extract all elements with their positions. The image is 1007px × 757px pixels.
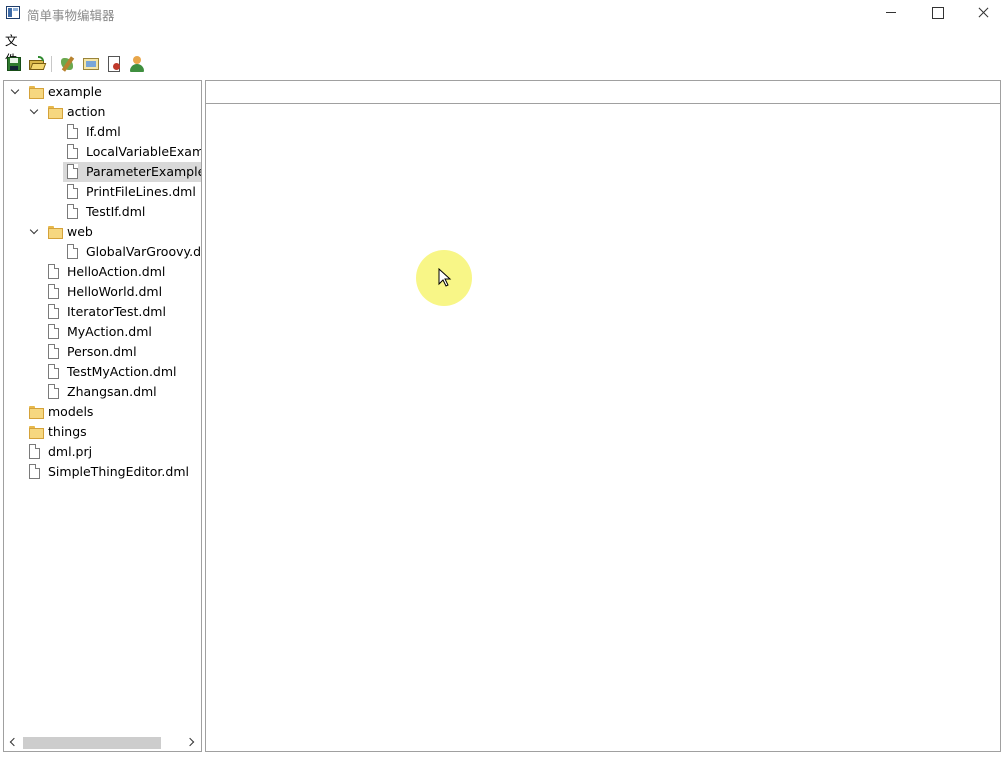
save-icon[interactable]: [5, 55, 23, 73]
tree-item-label: TestIf.dml: [86, 204, 146, 219]
title-bar: 简单事物编辑器: [0, 0, 1007, 26]
scroll-right-icon[interactable]: [187, 738, 195, 746]
minimize-button[interactable]: [868, 0, 914, 26]
file-icon: [67, 184, 78, 199]
tree-item[interactable]: GlobalVarGroovy.dml: [4, 242, 201, 262]
tree-item-label: TestMyAction.dml: [67, 364, 177, 379]
tree-item-label: If.dml: [86, 124, 121, 139]
tree-item-label: MyAction.dml: [67, 324, 152, 339]
tree-item[interactable]: example: [4, 82, 201, 102]
folder-icon: [29, 425, 44, 439]
file-icon: [67, 144, 78, 159]
scroll-thumb[interactable]: [23, 737, 161, 749]
close-button[interactable]: [960, 0, 1006, 26]
tree-item[interactable]: HelloWorld.dml: [4, 282, 201, 302]
file-icon: [48, 304, 59, 319]
file-icon: [48, 384, 59, 399]
tree-item-label: Zhangsan.dml: [67, 384, 157, 399]
tree-item[interactable]: models: [4, 402, 201, 422]
tree-item[interactable]: PrintFileLines.dml: [4, 182, 201, 202]
file-icon: [48, 324, 59, 339]
file-tree[interactable]: example action If.dml LocalVariableExample.…: [3, 80, 202, 752]
thing-tool-icon[interactable]: [58, 55, 76, 73]
toolbar: [0, 53, 160, 75]
open-folder-icon[interactable]: [28, 55, 47, 73]
folder-icon: [48, 225, 63, 239]
tree-item[interactable]: action: [4, 102, 201, 122]
tree-item-label: HelloAction.dml: [67, 264, 166, 279]
tree-item[interactable]: HelloAction.dml: [4, 262, 201, 282]
file-icon: [67, 244, 78, 259]
tree-item[interactable]: If.dml: [4, 122, 201, 142]
editor-panel[interactable]: [205, 80, 1001, 752]
file-icon: [67, 204, 78, 219]
editor-header: [206, 81, 1000, 104]
horizontal-scrollbar[interactable]: [4, 734, 201, 751]
tree-item-label: models: [48, 404, 94, 419]
tree-item[interactable]: MyAction.dml: [4, 322, 201, 342]
folder-icon: [29, 85, 44, 99]
tree-item[interactable]: LocalVariableExample.dml: [4, 142, 201, 162]
tree-item-label: ParameterExample.dml: [86, 164, 201, 179]
file-icon: [29, 444, 40, 459]
tree-item[interactable]: dml.prj: [4, 442, 201, 462]
tree-item-label: SimpleThingEditor.dml: [48, 464, 189, 479]
tree-item[interactable]: web: [4, 222, 201, 242]
tree-item-label: PrintFileLines.dml: [86, 184, 196, 199]
image-icon[interactable]: [82, 55, 100, 73]
app-icon: [6, 6, 20, 19]
file-icon: [48, 284, 59, 299]
tree-item[interactable]: IteratorTest.dml: [4, 302, 201, 322]
tree-item-label: HelloWorld.dml: [67, 284, 163, 299]
tree-item[interactable]: TestIf.dml: [4, 202, 201, 222]
tree-item-label: LocalVariableExample.dml: [86, 144, 201, 159]
tree-item[interactable]: SimpleThingEditor.dml: [4, 462, 201, 482]
window-title: 简单事物编辑器: [27, 8, 115, 23]
tree-item-label: things: [48, 424, 87, 439]
chevron-down-icon[interactable]: [29, 227, 39, 237]
file-icon: [67, 124, 78, 139]
file-icon: [29, 464, 40, 479]
toolbar-separator: [51, 56, 52, 72]
mouse-cursor-icon: [438, 268, 452, 287]
folder-icon: [48, 105, 63, 119]
chevron-down-icon[interactable]: [29, 107, 39, 117]
file-icon: [48, 364, 59, 379]
file-icon: [67, 164, 78, 179]
tree-item-label: IteratorTest.dml: [67, 304, 166, 319]
tree-item[interactable]: Zhangsan.dml: [4, 382, 201, 402]
maximize-button[interactable]: [914, 0, 960, 26]
tree-item-label: dml.prj: [48, 444, 93, 459]
tree-item-label: Person.dml: [67, 344, 137, 359]
chevron-down-icon[interactable]: [10, 87, 20, 97]
tree-item-label: action: [67, 104, 106, 119]
file-icon: [48, 264, 59, 279]
tree-item-label: web: [67, 224, 93, 239]
scroll-left-icon[interactable]: [9, 738, 17, 746]
tree-item[interactable]: ParameterExample.dml: [4, 162, 201, 182]
folder-icon: [29, 405, 44, 419]
file-icon: [48, 344, 59, 359]
tree-item-label: example: [48, 84, 102, 99]
tree-item[interactable]: TestMyAction.dml: [4, 362, 201, 382]
user-icon[interactable]: [128, 55, 146, 73]
document-red-icon[interactable]: [105, 55, 123, 73]
tree-item[interactable]: things: [4, 422, 201, 442]
tree-item-label: GlobalVarGroovy.dml: [86, 244, 202, 259]
tree-item[interactable]: Person.dml: [4, 342, 201, 362]
